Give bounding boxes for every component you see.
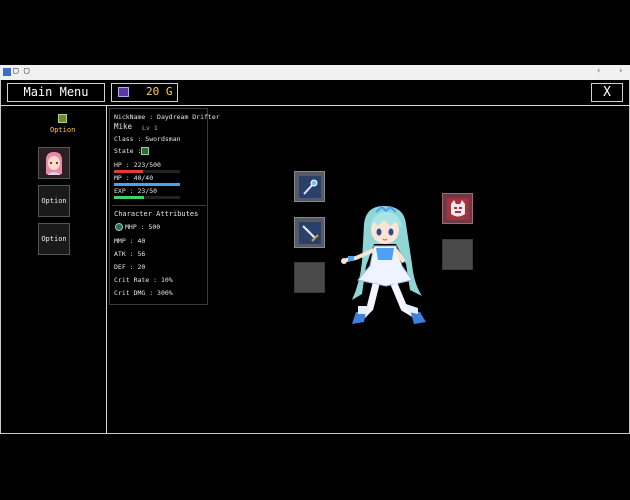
main-menu-button[interactable]: Main Menu — [7, 83, 105, 102]
equip-slot-weapon-sword[interactable] — [294, 217, 325, 248]
mp-bar-fill — [114, 183, 180, 186]
exp-text: EXP : 23/50 — [114, 187, 158, 195]
app-icon — [3, 68, 11, 76]
exp-bar — [114, 196, 180, 199]
attr-crit-rate: Crit Rate : 10% — [114, 276, 173, 284]
character-info-panel: NickName : Daydream Drifter Mike Lv 1 Cl… — [109, 108, 220, 305]
state-icon — [141, 147, 149, 155]
gold-display: 20 G — [111, 83, 178, 102]
portrait-icon — [39, 148, 69, 178]
window-title: ▢ ▢ — [13, 66, 30, 76]
hp-bar-fill — [114, 170, 144, 173]
window-titlebar: ▢ ▢ ‹ › — [0, 65, 630, 80]
hp-text: HP : 223/500 — [114, 161, 161, 169]
equip-slot-empty-1[interactable] — [294, 262, 325, 293]
nickname-text: NickName : Daydream Drifter — [114, 113, 220, 121]
maximize-button[interactable]: › — [618, 66, 623, 76]
sidebar-option-button-2[interactable]: Option — [38, 223, 70, 255]
hp-bar — [114, 170, 180, 173]
character-portrait-button[interactable] — [38, 147, 70, 179]
attr-mmp: MMP : 40 — [114, 237, 146, 245]
gold-amount: 20 G — [146, 85, 173, 98]
attr-mhp: MHP : 500 — [125, 223, 161, 231]
class-text: Class : Swordsman — [114, 135, 181, 143]
character-level: Lv 1 — [142, 124, 158, 132]
equip-slot-weapon-staff[interactable] — [294, 171, 325, 202]
character-name: Mike — [114, 122, 133, 131]
wand-icon — [299, 176, 321, 198]
attr-def: DEF : 20 — [114, 263, 146, 271]
option-label[interactable]: Option — [50, 126, 75, 134]
option-icon[interactable] — [58, 114, 67, 123]
gold-icon — [118, 87, 129, 97]
state-text: State : — [114, 147, 142, 155]
sword-icon — [299, 222, 321, 244]
character-sprite — [341, 205, 426, 324]
mhp-icon — [115, 223, 123, 231]
minimize-button[interactable]: ‹ — [596, 66, 601, 76]
attr-atk: ATK : 56 — [114, 250, 146, 258]
sidebar: Option Option Option — [1, 105, 107, 433]
mp-text: MP : 40/40 — [114, 174, 154, 182]
close-button[interactable]: X — [591, 83, 623, 102]
exp-bar-fill — [114, 196, 145, 199]
mp-bar — [114, 183, 180, 186]
game-screen: Main Menu 20 G X Option Option Option Ni… — [0, 80, 630, 434]
sidebar-option-button-1[interactable]: Option — [38, 185, 70, 217]
attr-crit-dmg: Crit DMG : 300% — [114, 289, 173, 297]
attributes-title: Character Attributes — [114, 210, 199, 218]
panel-divider — [112, 205, 206, 206]
